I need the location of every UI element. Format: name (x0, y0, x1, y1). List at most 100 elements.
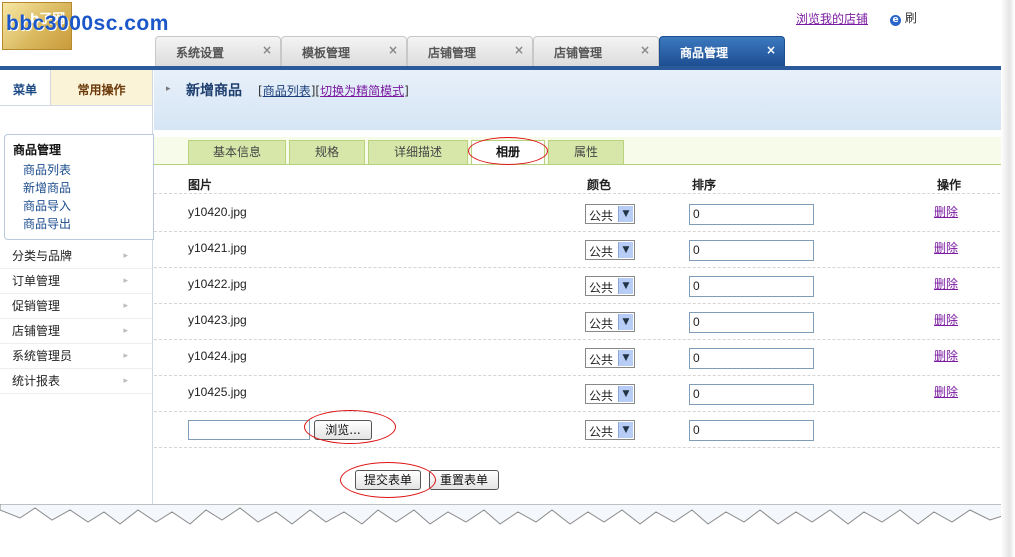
order-input[interactable]: 0 (689, 348, 814, 369)
tab-label: 店铺管理 (428, 46, 477, 60)
highlight-ring-browse (304, 410, 396, 444)
color-select-value: 公共 (589, 317, 614, 331)
sidebar-item-label: 系统管理员 (12, 349, 73, 363)
color-select[interactable]: 公共 ▼ (585, 312, 635, 332)
tab-label: 系统设置 (176, 46, 225, 60)
order-input[interactable]: 0 (689, 420, 814, 441)
refresh-label: 刷 (904, 11, 917, 25)
table-row: y10425.jpg 公共 ▼ 0 删除 (154, 376, 1015, 412)
col-header-action: 操作 (937, 178, 962, 192)
sidebar-item-promotions[interactable]: 促销管理 ▸ (0, 294, 152, 319)
color-select-value: 公共 (589, 425, 614, 439)
reset-button[interactable]: 重置表单 (429, 470, 499, 490)
sidebar-sub-product-list[interactable]: 商品列表 (13, 161, 145, 179)
table-header: 图片 颜色 排序 操作 (154, 172, 1015, 194)
table-row: y10421.jpg 公共 ▼ 0 删除 (154, 232, 1015, 268)
close-icon[interactable]: × (766, 43, 776, 57)
switch-simple-mode-link[interactable]: 切换为精简模式 (320, 84, 404, 98)
delete-link[interactable]: 删除 (934, 239, 958, 256)
sidebar-item-label: 店铺管理 (12, 324, 61, 338)
delete-link[interactable]: 删除 (934, 275, 958, 292)
tab-detail-description[interactable]: 详细描述 (368, 140, 468, 164)
image-filename: y10422.jpg (188, 277, 247, 291)
tab-template-management[interactable]: 模板管理 × (281, 36, 407, 66)
sidebar-tab-common[interactable]: 常用操作 (50, 70, 152, 105)
chevron-down-icon: ▼ (618, 422, 633, 438)
table-row: y10422.jpg 公共 ▼ 0 删除 (154, 268, 1015, 304)
tab-basic-info[interactable]: 基本信息 (188, 140, 286, 164)
order-input[interactable]: 0 (689, 276, 814, 297)
col-header-order: 排序 (692, 178, 717, 192)
chevron-right-icon: ▸ (123, 276, 128, 286)
product-list-link[interactable]: 商品列表 (263, 84, 311, 98)
close-icon[interactable]: × (640, 43, 650, 57)
chevron-down-icon: ▼ (618, 278, 633, 294)
order-input[interactable]: 0 (689, 312, 814, 333)
image-filename: y10423.jpg (188, 313, 247, 327)
close-icon[interactable]: × (388, 43, 398, 57)
delete-link[interactable]: 删除 (934, 383, 958, 400)
color-select-value: 公共 (589, 245, 614, 259)
sidebar-sub-add-product[interactable]: 新增商品 (13, 179, 145, 197)
image-filename: y10421.jpg (188, 241, 247, 255)
close-icon[interactable]: × (262, 43, 272, 57)
tab-store-management-1[interactable]: 店铺管理 × (407, 36, 533, 66)
highlight-ring-submit (340, 462, 436, 498)
color-select-value: 公共 (589, 281, 614, 295)
color-select[interactable]: 公共 ▼ (585, 276, 635, 296)
chevron-down-icon: ▼ (618, 350, 633, 366)
sidebar-tab-menu[interactable]: 菜单 (0, 70, 50, 105)
chevron-down-icon: ▼ (618, 242, 633, 258)
color-select[interactable]: 公共 ▼ (585, 204, 635, 224)
color-select[interactable]: 公共 ▼ (585, 420, 635, 440)
tab-attributes[interactable]: 属性 (548, 140, 624, 164)
col-header-color: 颜色 (587, 178, 612, 192)
sidebar-sub-import-products[interactable]: 商品导入 (13, 197, 145, 215)
delete-link[interactable]: 删除 (934, 203, 958, 220)
logo-text: bbc3000sc.com (6, 12, 169, 35)
tab-system-settings[interactable]: 系统设置 × (155, 36, 281, 66)
page-title: 新增商品 (186, 83, 242, 99)
chevron-down-icon: ▼ (618, 386, 633, 402)
image-filename: y10424.jpg (188, 349, 247, 363)
close-icon[interactable]: × (514, 43, 524, 57)
sidebar-item-stores[interactable]: 店铺管理 ▸ (0, 319, 152, 344)
file-path-input[interactable] (188, 420, 310, 440)
sidebar-group-products: 商品管理 商品列表 新增商品 商品导入 商品导出 (4, 134, 154, 240)
chevron-right-icon: ▸ (123, 376, 128, 386)
browse-my-store-link[interactable]: 浏览我的店铺 (796, 10, 868, 27)
image-filename: y10425.jpg (188, 385, 247, 399)
refresh-icon: e (890, 15, 901, 26)
sidebar: 菜单 常用操作 商品管理 商品列表 新增商品 商品导入 商品导出 分类与品牌 ▸ … (0, 70, 154, 510)
tab-store-management-2[interactable]: 店铺管理 × (533, 36, 659, 66)
sidebar-item-label: 分类与品牌 (12, 249, 73, 263)
order-input[interactable]: 0 (689, 384, 814, 405)
sidebar-item-orders[interactable]: 订单管理 ▸ (0, 269, 152, 294)
sidebar-item-category-brand[interactable]: 分类与品牌 ▸ (0, 244, 152, 269)
image-filename: y10420.jpg (188, 205, 247, 219)
torn-edge-shape (0, 504, 1015, 525)
chevron-right-icon: ▸ (123, 326, 128, 336)
delete-link[interactable]: 删除 (934, 347, 958, 364)
torn-edge-decoration (0, 504, 1015, 557)
upload-row: 浏览... 公共 ▼ 0 (154, 412, 1015, 448)
breadcrumb-links: [商品列表][切换为精简模式] (258, 84, 409, 98)
color-select[interactable]: 公共 ▼ (585, 240, 635, 260)
tab-product-management[interactable]: 商品管理 × (659, 36, 785, 66)
form-tab-bar: 基本信息 规格 详细描述 相册 属性 (154, 137, 1015, 165)
order-input[interactable]: 0 (689, 240, 814, 261)
refresh-button[interactable]: e 刷 (890, 9, 917, 26)
color-select[interactable]: 公共 ▼ (585, 384, 635, 404)
order-input[interactable]: 0 (689, 204, 814, 225)
color-select-value: 公共 (589, 353, 614, 367)
delete-link[interactable]: 删除 (934, 311, 958, 328)
tab-label: 模板管理 (302, 46, 351, 60)
sidebar-item-admins[interactable]: 系统管理员 ▸ (0, 344, 152, 369)
chevron-right-icon: ▸ (123, 351, 128, 361)
tab-spec[interactable]: 规格 (289, 140, 365, 164)
color-select[interactable]: 公共 ▼ (585, 348, 635, 368)
chevron-right-icon: ▸ (123, 251, 128, 261)
sidebar-sub-export-products[interactable]: 商品导出 (13, 215, 145, 233)
highlight-ring-album-tab (468, 137, 548, 165)
sidebar-item-reports[interactable]: 统计报表 ▸ (0, 369, 152, 394)
